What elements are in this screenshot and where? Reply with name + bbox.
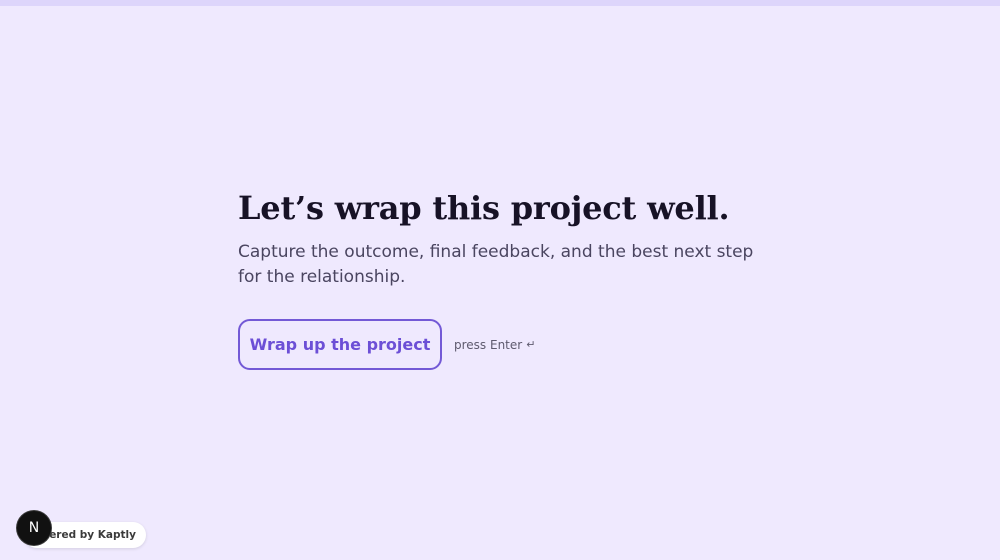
page-title: Let’s wrap this project well.	[238, 189, 730, 227]
wrap-up-project-button[interactable]: Wrap up the project	[238, 319, 442, 370]
page-subtitle: Capture the outcome, final feedback, and…	[238, 242, 754, 287]
action-row: Wrap up the project press Enter ↵	[238, 319, 798, 370]
main-content: Let’s wrap this project well. Capture th…	[238, 186, 798, 370]
n-logo-icon: N	[28, 520, 40, 536]
keyboard-hint-text: press Enter	[454, 337, 523, 352]
next-dev-indicator-button[interactable]: N	[17, 511, 51, 545]
progress-track	[0, 0, 1000, 6]
keyboard-hint: press Enter ↵	[454, 338, 535, 352]
enter-key-icon: ↵	[526, 338, 536, 351]
